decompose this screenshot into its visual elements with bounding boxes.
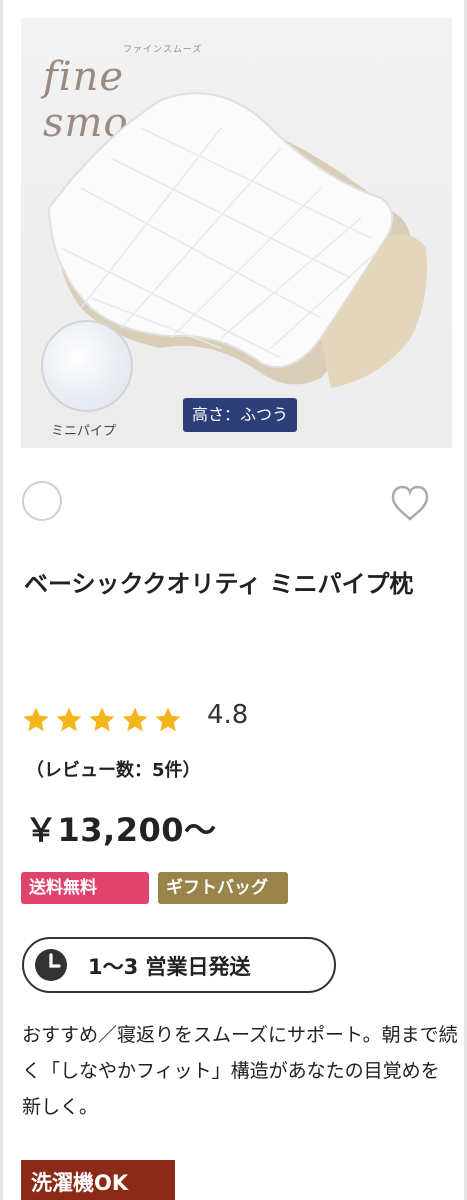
- shipping-info: 1〜3 営業日発送: [22, 937, 336, 993]
- product-description: おすすめ／寝返りをスムーズにサポート。朝まで続く「しなやかフィット」構造があなた…: [22, 1024, 458, 1118]
- mini-pipe-closeup: [41, 320, 133, 412]
- height-badge: 高さ：ふつう: [183, 398, 297, 432]
- star-icon: [56, 707, 82, 732]
- shipping-text: 1〜3 営業日発送: [88, 955, 251, 979]
- rating-value: 4.8: [207, 700, 249, 730]
- product-card: ファインスムーズ fine smooth ミニパイプ 高さ：ふつう ベーシックク…: [0, 0, 467, 1200]
- star-icon: [89, 707, 115, 732]
- product-image[interactable]: ファインスムーズ fine smooth ミニパイプ 高さ：ふつう: [21, 18, 452, 448]
- rating-stars: [21, 705, 183, 735]
- star-icon: [122, 707, 148, 732]
- clock-icon: [35, 949, 67, 981]
- heart-icon[interactable]: [389, 483, 431, 523]
- star-icon: [155, 707, 181, 732]
- free-shipping-badge: 送料無料: [21, 872, 149, 904]
- review-count[interactable]: （レビュー数：5件）: [26, 756, 201, 782]
- product-title[interactable]: ベーシッククオリティ ミニパイプ枕: [24, 558, 448, 610]
- gift-bag-badge: ギフトバッグ: [158, 872, 288, 904]
- price: ￥13,200〜: [25, 811, 217, 849]
- washable-badge: 洗濯機OK: [21, 1160, 175, 1200]
- pipe-label: ミニパイプ: [51, 424, 117, 439]
- star-icon: [23, 707, 49, 732]
- radio-icon[interactable]: [22, 481, 62, 521]
